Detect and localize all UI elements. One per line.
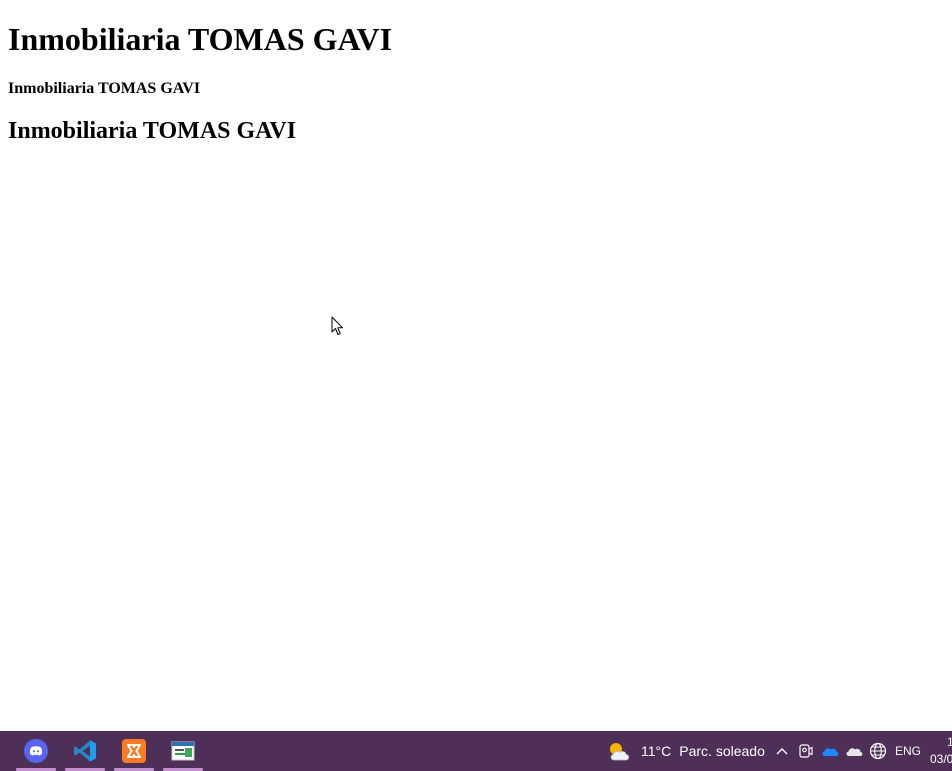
browser-page: Inmobiliaria TOMAS GAVI Inmobiliaria TOM… <box>0 0 952 731</box>
chevron-up-icon[interactable] <box>772 741 792 761</box>
onedrive-icon[interactable] <box>820 741 840 761</box>
taskbar-clock[interactable]: 1 03/0 <box>930 734 952 768</box>
taskbar-app-vscode[interactable] <box>65 731 105 771</box>
page-heading-h2: Inmobiliaria TOMAS GAVI <box>8 118 297 144</box>
weather-widget[interactable]: 11°C Parc. soleado <box>607 731 765 771</box>
clock-time: 1 <box>947 735 952 749</box>
xampp-icon <box>122 739 146 763</box>
partly-sunny-icon <box>610 743 630 761</box>
taskbar-app-discord[interactable] <box>16 731 56 771</box>
meet-now-icon[interactable] <box>796 741 816 761</box>
page-heading-h1: Inmobiliaria TOMAS GAVI <box>8 21 393 57</box>
taskbar-app-xampp[interactable] <box>114 731 154 771</box>
page-heading-h4: Inmobiliaria TOMAS GAVI <box>8 80 201 97</box>
input-language-indicator[interactable]: ENG <box>895 731 921 771</box>
weather-condition: Parc. soleado <box>679 743 765 759</box>
discord-icon <box>24 739 48 763</box>
clock-date: 03/0 <box>930 752 952 766</box>
taskbar: 11°C Parc. soleado ENG 1 03/0 <box>0 731 952 771</box>
onedrive-personal-icon[interactable] <box>844 741 864 761</box>
application-window-icon <box>171 741 195 761</box>
weather-temperature: 11°C <box>641 743 672 759</box>
mouse-pointer-icon <box>331 316 343 335</box>
taskbar-app-window[interactable] <box>163 731 203 771</box>
network-globe-icon[interactable] <box>868 741 888 761</box>
vscode-icon <box>74 740 96 762</box>
